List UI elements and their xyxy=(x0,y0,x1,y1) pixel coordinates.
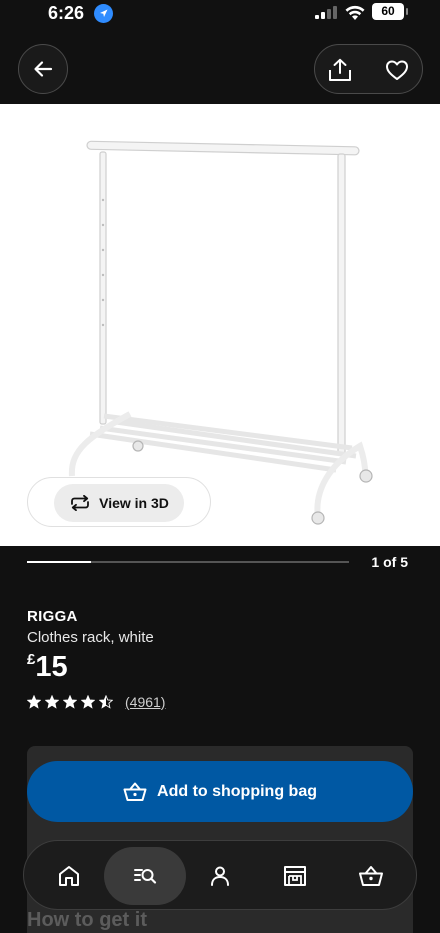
product-price: £15 xyxy=(27,651,68,684)
status-bar: 6:26 60 xyxy=(0,0,440,34)
tab-shopping-bag[interactable] xyxy=(342,847,400,905)
product-description: Clothes rack, white xyxy=(27,629,154,646)
add-to-shopping-bag-button[interactable]: Add to shopping bag xyxy=(27,761,413,822)
star-icon xyxy=(81,695,95,709)
profile-icon xyxy=(211,866,229,886)
heart-icon[interactable] xyxy=(385,59,409,81)
cellular-signal-icon xyxy=(315,6,337,19)
gallery-progress-track xyxy=(27,561,349,563)
star-icon xyxy=(63,695,77,709)
shopping-bag-icon xyxy=(123,782,147,801)
price-value: 15 xyxy=(35,651,68,683)
top-nav xyxy=(0,34,440,104)
gallery-page-indicator: 1 of 5 xyxy=(371,554,408,570)
product-name: RIGGA xyxy=(27,608,78,625)
add-to-bag-label: Add to shopping bag xyxy=(157,782,317,800)
battery-indicator: 60 xyxy=(372,3,408,20)
bottom-tab-bar xyxy=(23,840,417,910)
product-image-gallery[interactable]: View in 3D xyxy=(0,104,440,546)
rating-row[interactable]: (4961) xyxy=(27,691,165,713)
view-in-3d-label: View in 3D xyxy=(99,495,169,511)
star-icon xyxy=(99,695,113,709)
star-icon xyxy=(27,695,41,709)
product-image-clothes-rack xyxy=(68,140,373,525)
tab-home[interactable] xyxy=(40,847,98,905)
view-in-3d-button[interactable]: View in 3D xyxy=(54,484,184,522)
search-list-icon xyxy=(134,869,157,884)
tab-stores[interactable] xyxy=(266,847,324,905)
review-count-link[interactable]: (4961) xyxy=(125,694,165,710)
back-button[interactable] xyxy=(18,44,68,94)
how-to-get-it-heading: How to get it xyxy=(27,909,147,931)
share-icon[interactable] xyxy=(327,58,353,82)
star-icon xyxy=(45,695,59,709)
tab-profile[interactable] xyxy=(191,847,249,905)
home-icon xyxy=(59,866,79,886)
status-time: 6:26 xyxy=(48,3,85,23)
shopping-bag-icon xyxy=(359,866,383,886)
gallery-progress-fill xyxy=(27,561,92,563)
rotate-3d-icon xyxy=(71,495,90,511)
store-icon xyxy=(284,866,306,886)
rating-stars xyxy=(27,695,117,709)
location-arrow-icon xyxy=(94,4,113,23)
wifi-icon xyxy=(345,5,365,20)
tab-search[interactable] xyxy=(104,847,186,905)
arrow-left-icon xyxy=(34,61,53,77)
view-3d-container: View in 3D xyxy=(27,477,211,527)
action-pill xyxy=(314,44,423,94)
